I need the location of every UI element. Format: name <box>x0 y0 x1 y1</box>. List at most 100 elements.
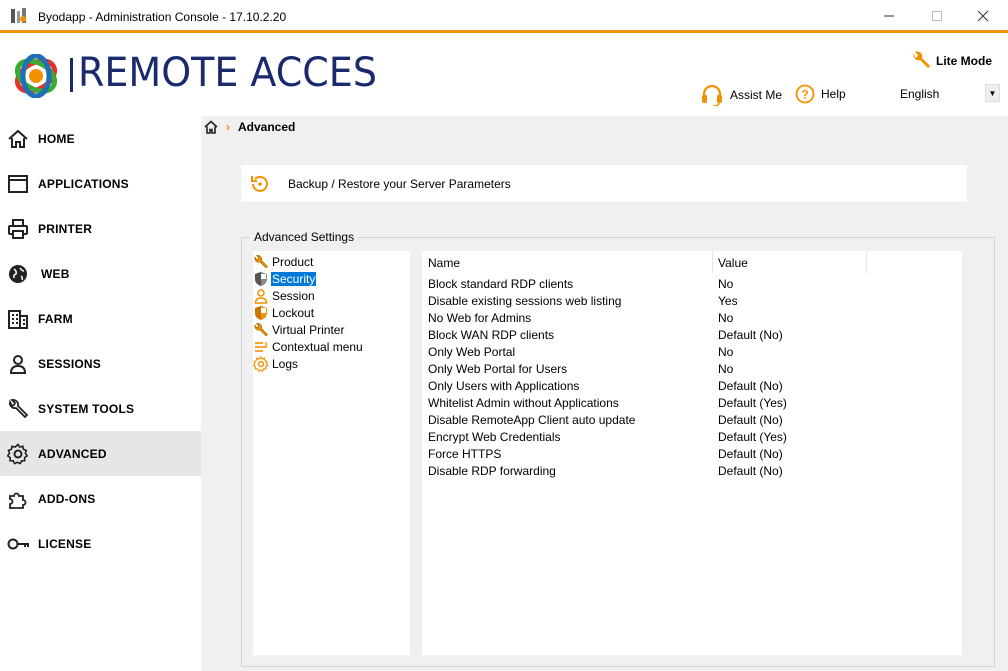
tree-item-security[interactable]: Security <box>253 271 317 287</box>
table-row[interactable]: Disable RemoteApp Client auto update Defa… <box>422 412 962 429</box>
language-dropdown-button[interactable]: ▼ <box>985 84 1000 102</box>
language-select[interactable]: English <box>900 87 939 101</box>
sidebar-item-system-tools[interactable]: SYSTEM TOOLS <box>0 386 201 431</box>
sidebar-item-label: ADVANCED <box>38 446 107 461</box>
logo-icon <box>12 54 62 98</box>
setting-name: Only Web Portal <box>428 345 516 359</box>
puzzle-icon <box>7 488 29 510</box>
setting-name: Disable RDP forwarding <box>428 464 556 478</box>
help-icon: ? <box>795 84 815 104</box>
column-header-name[interactable]: Name <box>428 256 460 270</box>
title-bar: Byodapp - Administration Console - 17.10… <box>0 0 1008 33</box>
tree-item-logs[interactable]: Logs <box>253 356 299 372</box>
main-panel: › Advanced Backup / Restore your Server … <box>201 116 1008 671</box>
home-icon[interactable] <box>204 120 218 134</box>
setting-name: Whitelist Admin without Applications <box>428 396 619 410</box>
assist-me-button[interactable]: Assist Me <box>700 84 782 106</box>
breadcrumb-current: Advanced <box>238 120 296 134</box>
setting-value[interactable]: No <box>718 277 733 291</box>
wrench-icon <box>253 322 269 338</box>
assist-me-label: Assist Me <box>730 88 783 102</box>
globe-icon <box>7 263 29 285</box>
setting-value[interactable]: No <box>718 362 733 376</box>
sidebar-item-label: SYSTEM TOOLS <box>38 401 135 416</box>
backup-restore-button[interactable]: Backup / Restore your Server Parameters <box>241 165 967 202</box>
table-row[interactable]: Block standard RDP clients No <box>422 276 962 293</box>
table-row[interactable]: Only Web Portal No <box>422 344 962 361</box>
wrench-icon <box>253 254 269 270</box>
printer-icon <box>7 218 29 240</box>
setting-name: Encrypt Web Credentials <box>428 430 561 444</box>
setting-value[interactable]: No <box>718 345 733 359</box>
chevron-right-icon: › <box>226 120 230 134</box>
table-row[interactable]: Whitelist Admin without Applications Defa… <box>422 395 962 412</box>
table-row[interactable]: Force HTTPS Default (No) <box>422 446 962 463</box>
sidebar-item-printer[interactable]: PRINTER <box>0 206 201 251</box>
tree-item-virtual-printer[interactable]: Virtual Printer <box>253 322 345 338</box>
tree-item-label: Virtual Printer <box>272 323 345 337</box>
setting-value[interactable]: Default (Yes) <box>718 396 787 410</box>
setting-value[interactable]: Yes <box>718 294 738 308</box>
setting-name: Disable existing sessions web listing <box>428 294 622 308</box>
column-header-value[interactable]: Value <box>718 256 748 270</box>
sidebar-item-home[interactable]: HOME <box>0 116 201 161</box>
table-row[interactable]: Only Users with Applications Default (No) <box>422 378 962 395</box>
table-row[interactable]: No Web for Admins No <box>422 310 962 327</box>
backup-restore-label: Backup / Restore your Server Parameters <box>288 176 511 191</box>
tree-item-lockout[interactable]: Lockout <box>253 305 315 321</box>
setting-value[interactable]: Default (No) <box>718 464 783 478</box>
tree-item-session[interactable]: Session <box>253 288 316 304</box>
sidebar-item-advanced[interactable]: ADVANCED <box>0 431 201 476</box>
sidebar-item-license[interactable]: LICENSE <box>0 521 201 566</box>
lite-mode-label: Lite Mode <box>936 54 992 68</box>
setting-name: Disable RemoteApp Client auto update <box>428 413 636 427</box>
sidebar-item-add-ons[interactable]: ADD-ONS <box>0 476 201 521</box>
lite-mode-button[interactable]: Lite Mode <box>910 50 992 72</box>
sidebar-item-label: ADD-ONS <box>38 491 96 506</box>
header: REMOTE ACCES Lite Mode Assist Me ? Help … <box>0 36 1008 115</box>
table-row[interactable]: Disable existing sessions web listing Yes <box>422 293 962 310</box>
table-row[interactable]: Only Web Portal for Users No <box>422 361 962 378</box>
minimize-button[interactable] <box>866 4 912 28</box>
chevron-down-icon: ▼ <box>988 88 997 98</box>
app-icon <box>10 8 28 24</box>
sidebar: HOME APPLICATIONS PRINTER WEB FARM SESSI… <box>0 116 201 671</box>
home-icon <box>7 128 29 150</box>
setting-value[interactable]: Default (Yes) <box>718 430 787 444</box>
setting-name: Force HTTPS <box>428 447 502 461</box>
setting-name: Only Users with Applications <box>428 379 580 393</box>
wrench-icon <box>910 50 932 72</box>
column-divider[interactable] <box>712 251 713 273</box>
table-row[interactable]: Encrypt Web Credentials Default (Yes) <box>422 429 962 446</box>
table-row[interactable]: Block WAN RDP clients Default (No) <box>422 327 962 344</box>
window-title: Byodapp - Administration Console - 17.10… <box>38 10 287 24</box>
sidebar-item-label: HOME <box>38 131 75 146</box>
sidebar-item-applications[interactable]: APPLICATIONS <box>0 161 201 206</box>
restore-icon <box>249 173 271 195</box>
brand-name: REMOTE ACCES <box>78 50 377 96</box>
building-icon <box>7 308 29 330</box>
setting-value[interactable]: No <box>718 311 733 325</box>
svg-text:?: ? <box>801 88 808 102</box>
sidebar-item-label: PRINTER <box>38 221 93 236</box>
help-button[interactable]: ? Help <box>795 84 846 104</box>
gear-icon <box>253 356 269 372</box>
gear-icon <box>7 443 29 465</box>
headset-icon <box>700 84 724 106</box>
setting-value[interactable]: Default (No) <box>718 447 783 461</box>
table-row[interactable]: Disable RDP forwarding Default (No) <box>422 463 962 480</box>
setting-value[interactable]: Default (No) <box>718 413 783 427</box>
setting-value[interactable]: Default (No) <box>718 328 783 342</box>
sidebar-item-web[interactable]: WEB <box>0 251 201 296</box>
tree-item-label: Session <box>272 289 315 303</box>
setting-value[interactable]: Default (No) <box>718 379 783 393</box>
tree-item-product[interactable]: Product <box>253 254 314 270</box>
column-divider[interactable] <box>866 251 867 273</box>
tree-item-contextual-menu[interactable]: Contextual menu <box>253 339 364 355</box>
close-button[interactable] <box>960 4 1006 28</box>
sidebar-item-sessions[interactable]: SESSIONS <box>0 341 201 386</box>
setting-name: Block WAN RDP clients <box>428 328 555 342</box>
maximize-button[interactable] <box>914 4 960 28</box>
sidebar-item-farm[interactable]: FARM <box>0 296 201 341</box>
tree-item-label: Security <box>271 272 317 286</box>
